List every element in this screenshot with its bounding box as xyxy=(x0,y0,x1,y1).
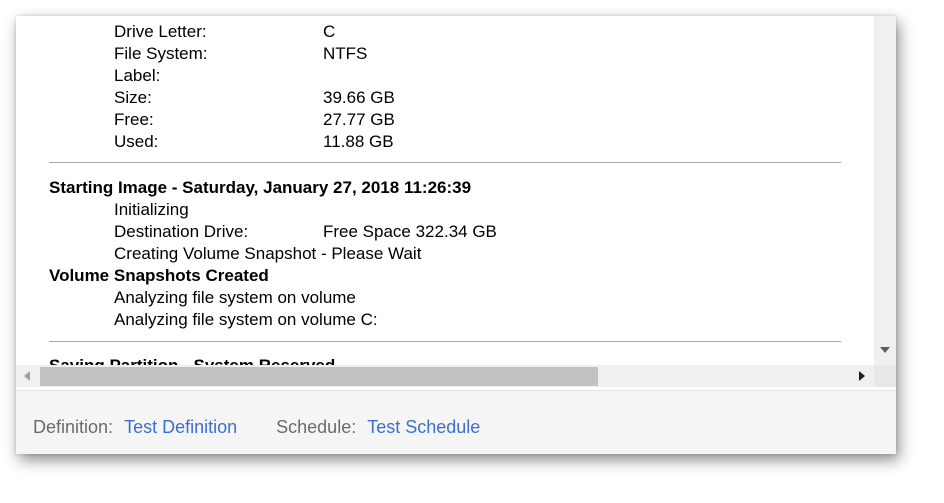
destination-drive-label: Destination Drive: xyxy=(114,222,249,241)
size-value: 39.66 GB xyxy=(323,88,395,107)
section-divider xyxy=(49,341,841,342)
file-system-label: File System: xyxy=(114,44,208,63)
creating-snapshot-text: Creating Volume Snapshot - Please Wait xyxy=(114,244,422,263)
scrollbar-corner xyxy=(874,365,896,387)
footer-bar: Definition: Test Definition Schedule: Te… xyxy=(16,390,896,454)
starting-image-heading: Starting Image - Saturday, January 27, 2… xyxy=(49,178,472,197)
label-label: Label: xyxy=(114,66,161,85)
used-label: Used: xyxy=(114,132,159,151)
analyzing-text-2: Analyzing file system on volume C: xyxy=(114,310,378,329)
footer-info: Definition: Test Definition Schedule: Te… xyxy=(33,417,480,438)
vertical-scrollbar[interactable] xyxy=(874,16,896,365)
saving-partition-heading: Saving Partition - System Reserved xyxy=(49,355,335,365)
definition-label: Definition: xyxy=(33,417,114,437)
size-label: Size: xyxy=(114,88,152,107)
used-value: 11.88 GB xyxy=(323,132,394,151)
section-divider xyxy=(49,162,841,163)
scroll-right-arrow-icon[interactable] xyxy=(859,371,865,381)
free-label: Free: xyxy=(114,110,154,129)
scroll-down-arrow-icon[interactable] xyxy=(880,347,890,353)
schedule-label: Schedule: xyxy=(276,417,357,437)
log-content: Drive Letter: C File System: NTFS Label:… xyxy=(16,16,874,365)
definition-link[interactable]: Test Definition xyxy=(124,417,237,437)
image-log-window: Drive Letter: C File System: NTFS Label:… xyxy=(16,16,896,454)
analyzing-text-1: Analyzing file system on volume xyxy=(114,288,356,307)
horizontal-scroll-thumb[interactable] xyxy=(40,367,598,386)
drive-letter-value: C xyxy=(323,22,336,41)
initializing-text: Initializing xyxy=(114,200,189,219)
destination-drive-value: Free Space 322.34 GB xyxy=(323,222,497,241)
scroll-left-arrow-icon[interactable] xyxy=(24,371,30,381)
free-value: 27.77 GB xyxy=(323,110,395,129)
snapshots-created-heading: Volume Snapshots Created xyxy=(49,266,269,285)
drive-letter-label: Drive Letter: xyxy=(114,22,207,41)
schedule-link[interactable]: Test Schedule xyxy=(367,417,480,437)
horizontal-scrollbar[interactable] xyxy=(16,365,874,387)
file-system-value: NTFS xyxy=(323,44,368,63)
